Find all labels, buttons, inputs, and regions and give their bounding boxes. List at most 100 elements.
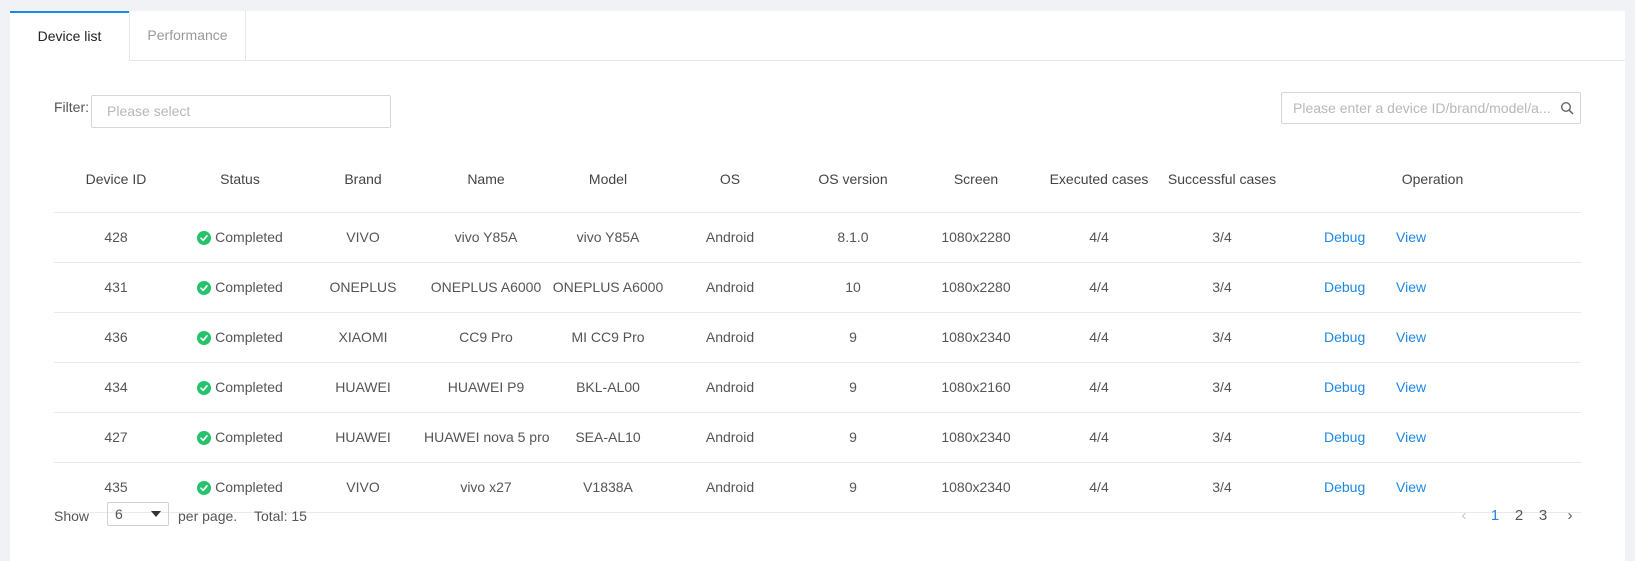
cell-os-version: 10	[845, 279, 861, 295]
page-3[interactable]: 3	[1534, 507, 1552, 524]
cell-brand: XIAOMI	[338, 329, 388, 345]
cell-name: CC9 Pro	[459, 329, 513, 345]
debug-link[interactable]: Debug	[1324, 263, 1365, 313]
cell-successful: 3/4	[1212, 229, 1232, 245]
cell-status: Completed	[178, 213, 302, 263]
debug-link[interactable]: Debug	[1324, 363, 1365, 413]
tab-device-list[interactable]: Device list	[10, 11, 129, 62]
cell-name: vivo Y85A	[454, 229, 518, 245]
filter-label: Filter:	[54, 99, 89, 115]
view-link[interactable]: View	[1396, 363, 1426, 413]
cell-os: Android	[705, 279, 755, 295]
filter-select[interactable]: Please select	[91, 95, 391, 128]
page-size-select[interactable]: 6	[107, 502, 169, 526]
cell-name: HUAWEI P9	[447, 379, 525, 395]
cell-successful: 3/4	[1212, 379, 1232, 395]
cell-screen: 1080x2340	[941, 429, 1011, 445]
cell-successful: 3/4	[1212, 329, 1232, 345]
cell-os: Android	[705, 429, 755, 445]
cell-status: Completed	[178, 313, 302, 363]
cell-brand: VIVO	[346, 229, 380, 245]
chevron-left-icon[interactable]: ‹	[1455, 507, 1473, 524]
column-header: Operation	[1401, 171, 1464, 187]
cell-model: BKL-AL00	[576, 379, 640, 395]
column-header: Brand	[344, 171, 382, 187]
check-circle-icon	[197, 331, 212, 345]
status-text: Completed	[215, 279, 283, 295]
caret-down-icon	[151, 511, 161, 517]
cell-os-version: 9	[849, 379, 857, 395]
view-link[interactable]: View	[1396, 263, 1426, 313]
cell-name: HUAWEI nova 5 pro	[424, 429, 550, 445]
status-text: Completed	[215, 479, 283, 495]
table-row: 427 Completed HUAWEI HUAWEI nova 5 pro SEA-A…	[54, 413, 1581, 463]
table-row: 436 Completed XIAOMI CC9 Pro MI CC9 Pro Andro…	[54, 313, 1581, 363]
search-input[interactable]	[1282, 93, 1550, 123]
search-box	[1281, 92, 1581, 124]
cell-screen: 1080x2280	[941, 279, 1011, 295]
cell-model: ONEPLUS A6000	[552, 279, 664, 295]
check-circle-icon	[197, 481, 212, 495]
column-header: Model	[588, 171, 628, 187]
check-circle-icon	[197, 281, 212, 295]
cell-successful: 3/4	[1212, 279, 1232, 295]
cell-os: Android	[705, 229, 755, 245]
status-text: Completed	[215, 329, 283, 345]
cell-executed: 4/4	[1089, 229, 1109, 245]
page-size-value: 6	[115, 506, 123, 522]
cell-screen: 1080x2160	[941, 379, 1011, 395]
cell-id: 436	[104, 329, 128, 345]
cell-id: 434	[104, 379, 128, 395]
column-header: Device ID	[85, 171, 147, 187]
table-row: 434 Completed HUAWEI HUAWEI P9 BKL-AL00 Andro…	[54, 363, 1581, 413]
table-row: 431 Completed ONEPLUS ONEPLUS A6000 ONEPLUS …	[54, 263, 1581, 313]
cell-screen: 1080x2340	[941, 329, 1011, 345]
column-header: OS version	[818, 171, 888, 187]
tab-performance[interactable]: Performance	[129, 11, 246, 61]
column-header: Screen	[953, 171, 999, 187]
cell-brand: ONEPLUS	[329, 279, 397, 295]
cell-successful: 3/4	[1212, 429, 1232, 445]
cell-brand: HUAWEI	[335, 379, 391, 395]
cell-name: ONEPLUS A6000	[430, 279, 542, 295]
cell-os-version: 9	[849, 429, 857, 445]
column-header: Status	[220, 171, 260, 187]
column-header: Name	[467, 171, 505, 187]
device-table: Device ID Status Brand Name Model OS OS versio…	[54, 161, 1581, 513]
cell-executed: 4/4	[1089, 379, 1109, 395]
cell-model: MI CC9 Pro	[571, 329, 645, 345]
cell-os: Android	[705, 379, 755, 395]
view-link[interactable]: View	[1396, 213, 1426, 263]
pagination-footer: Show 6 per page. Total: 15 ‹ 1 2 3 ›	[54, 501, 1581, 531]
check-circle-icon	[197, 381, 212, 395]
chevron-right-icon[interactable]: ›	[1561, 507, 1579, 524]
cell-screen: 1080x2280	[941, 229, 1011, 245]
cell-os-version: 9	[849, 329, 857, 345]
show-label: Show	[54, 508, 90, 524]
search-icon[interactable]	[1560, 101, 1574, 115]
cell-os-version: 8.1.0	[837, 229, 869, 245]
table-row: 428 Completed VIVO vivo Y85A vivo Y85A Androi…	[54, 213, 1581, 263]
cell-executed: 4/4	[1089, 429, 1109, 445]
table-header: Device ID Status Brand Name Model OS OS versio…	[54, 161, 1581, 213]
page-1[interactable]: 1	[1486, 507, 1504, 524]
table-body: 428 Completed VIVO vivo Y85A vivo Y85A Androi…	[54, 213, 1581, 513]
cell-status: Completed	[178, 413, 302, 463]
cell-id: 428	[104, 229, 128, 245]
debug-link[interactable]: Debug	[1324, 313, 1365, 363]
status-text: Completed	[215, 379, 283, 395]
debug-link[interactable]: Debug	[1324, 213, 1365, 263]
page-2[interactable]: 2	[1510, 507, 1528, 524]
column-header: Executed cases	[1049, 171, 1149, 187]
cell-executed: 4/4	[1089, 279, 1109, 295]
column-header: Successful cases	[1167, 171, 1277, 187]
debug-link[interactable]: Debug	[1324, 413, 1365, 463]
cell-brand: HUAWEI	[335, 429, 391, 445]
check-circle-icon	[197, 431, 212, 445]
view-link[interactable]: View	[1396, 413, 1426, 463]
cell-model: SEA-AL10	[575, 429, 641, 445]
view-link[interactable]: View	[1396, 313, 1426, 363]
cell-status: Completed	[178, 263, 302, 313]
cell-executed: 4/4	[1089, 329, 1109, 345]
cell-os: Android	[705, 329, 755, 345]
